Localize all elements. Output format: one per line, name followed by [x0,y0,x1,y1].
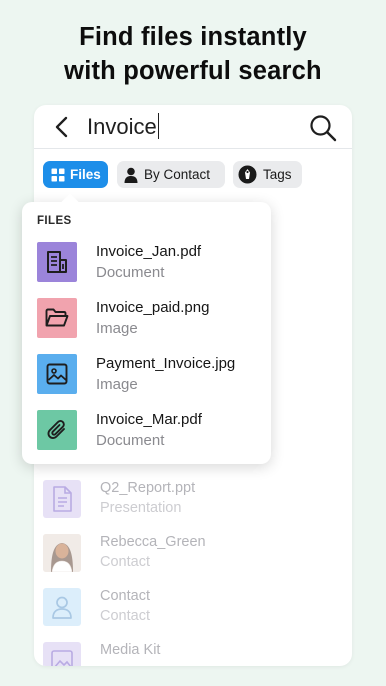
file-suggestions-dropdown: FILES Invoice_Jan.pdf Document Invoice_p… [22,202,271,464]
suggestion-type: Image [96,320,138,337]
suggestion-type: Document [96,264,165,281]
headline-line-2: with powerful search [64,57,322,85]
filter-files-chip[interactable]: Files [43,161,108,188]
suggestion-type: Document [96,432,165,449]
filter-by-contact-label: By Contact [144,167,211,182]
document-icon [37,242,77,282]
filter-by-contact-chip[interactable]: By Contact [117,161,225,188]
search-icon [310,115,337,142]
search-query-text: Invoice [87,114,157,139]
contact-photo [43,534,81,572]
result-item[interactable]: Q2_Report.ppt Presentation [34,474,352,524]
search-bar: Invoice [34,105,352,149]
result-type: Contact [100,554,150,570]
suggestion-name: Invoice_paid.png [96,299,210,316]
suggestion-name: Invoice_Jan.pdf [96,243,202,260]
document-icon [43,480,81,518]
result-type: Contact [100,608,150,624]
paperclip-icon [37,410,77,450]
suggestion-type: Image [96,376,138,393]
chevron-left-icon [55,116,68,138]
suggestion-item[interactable]: Invoice_Mar.pdf Document [22,404,271,456]
result-name: Rebecca_Green [100,534,206,550]
person-icon [43,588,81,626]
result-type: Presentation [100,500,182,516]
result-name: Media Kit [100,642,161,658]
search-button[interactable] [308,113,338,143]
filter-files-label: Files [70,167,101,182]
search-input[interactable]: Invoice [87,113,160,141]
tag-icon [238,165,257,184]
suggestion-item[interactable]: Payment_Invoice.jpg Image [22,348,271,400]
image-icon [37,354,77,394]
headline-line-1: Find files instantly [79,23,307,51]
image-icon [43,642,81,666]
result-name: Contact [100,588,150,604]
suggestion-name: Invoice_Mar.pdf [96,411,202,428]
suggestion-item[interactable]: Invoice_paid.png Image [22,292,271,344]
headline: Find files instantly with powerful searc… [0,20,386,88]
result-name: Q2_Report.ppt [100,480,196,496]
folder-icon [37,298,77,338]
filter-tags-chip[interactable]: Tags [233,161,302,188]
result-item[interactable]: Contact Contact [34,582,352,632]
dropdown-title: FILES [37,215,72,227]
grid-icon [51,168,65,182]
text-caret [157,113,160,139]
person-icon [124,167,138,183]
result-item[interactable]: Rebecca_Green Contact [34,528,352,578]
suggestion-name: Payment_Invoice.jpg [96,355,236,372]
filter-tags-label: Tags [263,167,292,182]
back-button[interactable] [51,115,73,139]
result-item[interactable]: Media Kit [34,636,352,666]
suggestion-item[interactable]: Invoice_Jan.pdf Document [22,236,271,288]
